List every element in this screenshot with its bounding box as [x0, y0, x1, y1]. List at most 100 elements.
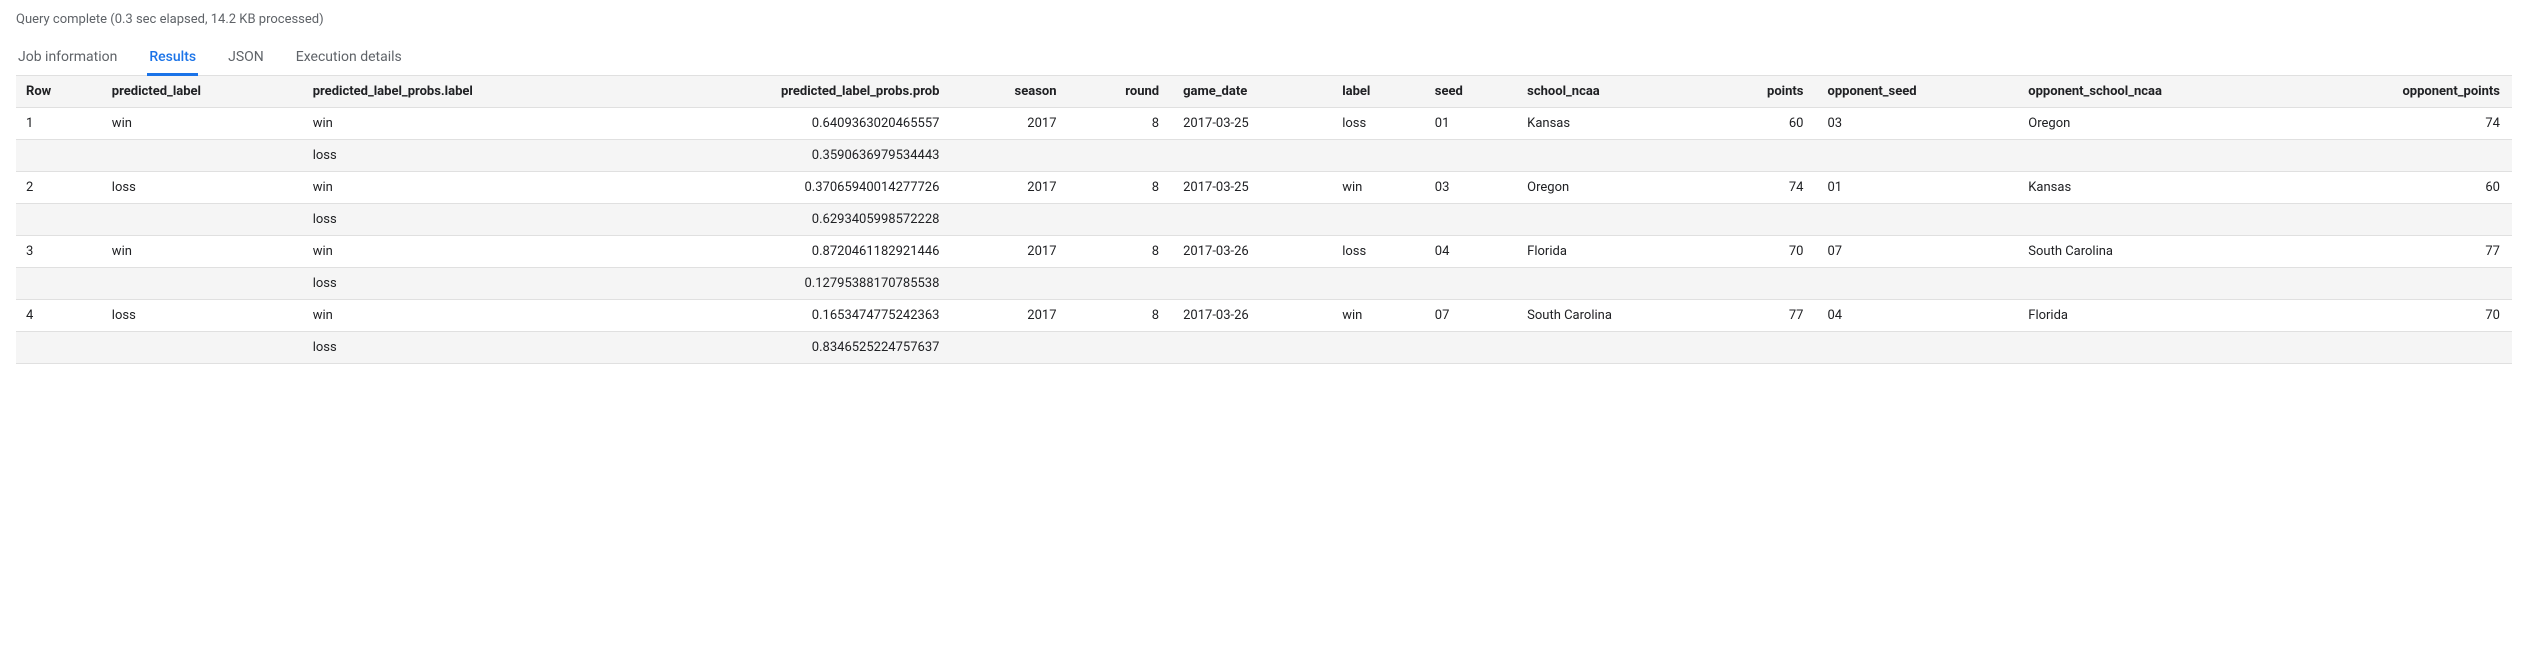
- cell-points: 70: [1708, 236, 1815, 268]
- cell-empty: [1330, 268, 1423, 300]
- cell-empty: [1330, 332, 1423, 364]
- table-row: 2losswin0.37065940014277726201782017-03-…: [16, 172, 2512, 204]
- cell-empty: [1330, 204, 1423, 236]
- cell-label: win: [1330, 300, 1423, 332]
- col-label: label: [1330, 76, 1423, 108]
- cell-game-date: 2017-03-26: [1171, 236, 1330, 268]
- col-school-ncaa: school_ncaa: [1515, 76, 1708, 108]
- cell-row: 2: [16, 172, 100, 204]
- cell-empty: [1069, 140, 1172, 172]
- cell-empty: [951, 268, 1068, 300]
- col-row: Row: [16, 76, 100, 108]
- cell-prob-label: loss: [301, 140, 628, 172]
- cell-row: 1: [16, 108, 100, 140]
- cell-empty: [951, 140, 1068, 172]
- table-row-sub: loss0.8346525224757637: [16, 332, 2512, 364]
- cell-empty: [1171, 332, 1330, 364]
- cell-label: win: [1330, 172, 1423, 204]
- cell-empty: [1069, 204, 1172, 236]
- tab-json[interactable]: JSON: [226, 41, 266, 75]
- col-opponent-school-ncaa: opponent_school_ncaa: [2016, 76, 2296, 108]
- table-row: 1winwin0.6409363020465557201782017-03-25…: [16, 108, 2512, 140]
- cell-empty: [1423, 204, 1515, 236]
- cell-predicted-label: win: [100, 108, 301, 140]
- cell-season: 2017: [951, 300, 1068, 332]
- cell-seed: 04: [1423, 236, 1515, 268]
- col-seed: seed: [1423, 76, 1515, 108]
- col-predicted-label-probs-prob: predicted_label_probs.prob: [628, 76, 952, 108]
- cell-opponent-school-ncaa: Kansas: [2016, 172, 2296, 204]
- cell-empty: [100, 204, 301, 236]
- cell-empty: [1171, 140, 1330, 172]
- cell-predicted-label: win: [100, 236, 301, 268]
- cell-round: 8: [1069, 300, 1172, 332]
- cell-prob-prob: 0.8720461182921446: [628, 236, 952, 268]
- col-points: points: [1708, 76, 1815, 108]
- cell-prob-prob: 0.3590636979534443: [628, 140, 952, 172]
- col-game-date: game_date: [1171, 76, 1330, 108]
- cell-opponent-school-ncaa: Florida: [2016, 300, 2296, 332]
- cell-season: 2017: [951, 172, 1068, 204]
- table-row-sub: loss0.12795388170785538: [16, 268, 2512, 300]
- cell-season: 2017: [951, 236, 1068, 268]
- table-row-sub: loss0.3590636979534443: [16, 140, 2512, 172]
- cell-empty: [1330, 140, 1423, 172]
- table-row: 4losswin0.1653474775242363201782017-03-2…: [16, 300, 2512, 332]
- cell-empty: [1515, 268, 1708, 300]
- cell-opponent-points: 77: [2296, 236, 2512, 268]
- cell-season: 2017: [951, 108, 1068, 140]
- cell-empty: [1171, 204, 1330, 236]
- cell-opponent-points: 70: [2296, 300, 2512, 332]
- cell-empty: [1708, 140, 1815, 172]
- cell-empty: [2296, 332, 2512, 364]
- cell-empty: [1515, 204, 1708, 236]
- cell-empty: [2016, 268, 2296, 300]
- cell-empty: [1515, 332, 1708, 364]
- cell-school-ncaa: Oregon: [1515, 172, 1708, 204]
- cell-prob-label: win: [301, 172, 628, 204]
- col-season: season: [951, 76, 1068, 108]
- cell-points: 74: [1708, 172, 1815, 204]
- cell-empty: [1423, 268, 1515, 300]
- cell-game-date: 2017-03-25: [1171, 108, 1330, 140]
- cell-prob-label: loss: [301, 204, 628, 236]
- cell-empty: [1708, 332, 1815, 364]
- cell-empty: [2016, 140, 2296, 172]
- table-header-row: Row predicted_label predicted_label_prob…: [16, 76, 2512, 108]
- results-table: Row predicted_label predicted_label_prob…: [16, 76, 2512, 364]
- col-round: round: [1069, 76, 1172, 108]
- query-status: Query complete (0.3 sec elapsed, 14.2 KB…: [16, 12, 2512, 27]
- cell-game-date: 2017-03-26: [1171, 300, 1330, 332]
- tab-job-information[interactable]: Job information: [16, 41, 119, 75]
- cell-empty: [16, 268, 100, 300]
- cell-empty: [1708, 268, 1815, 300]
- cell-school-ncaa: Florida: [1515, 236, 1708, 268]
- cell-label: loss: [1330, 108, 1423, 140]
- cell-empty: [1423, 332, 1515, 364]
- cell-empty: [1515, 140, 1708, 172]
- cell-opponent-points: 60: [2296, 172, 2512, 204]
- cell-empty: [1815, 332, 2016, 364]
- cell-game-date: 2017-03-25: [1171, 172, 1330, 204]
- cell-empty: [100, 268, 301, 300]
- cell-prob-label: win: [301, 236, 628, 268]
- cell-empty: [1069, 268, 1172, 300]
- cell-opponent-seed: 03: [1815, 108, 2016, 140]
- cell-empty: [2296, 268, 2512, 300]
- cell-empty: [100, 140, 301, 172]
- cell-empty: [2016, 204, 2296, 236]
- cell-seed: 01: [1423, 108, 1515, 140]
- cell-round: 8: [1069, 172, 1172, 204]
- cell-empty: [1815, 268, 2016, 300]
- cell-round: 8: [1069, 236, 1172, 268]
- tab-results[interactable]: Results: [147, 41, 198, 75]
- cell-prob-prob: 0.12795388170785538: [628, 268, 952, 300]
- col-opponent-seed: opponent_seed: [1815, 76, 2016, 108]
- cell-empty: [1708, 204, 1815, 236]
- cell-seed: 03: [1423, 172, 1515, 204]
- cell-round: 8: [1069, 108, 1172, 140]
- col-opponent-points: opponent_points: [2296, 76, 2512, 108]
- cell-prob-label: loss: [301, 268, 628, 300]
- tab-execution-details[interactable]: Execution details: [294, 41, 404, 75]
- cell-prob-label: loss: [301, 332, 628, 364]
